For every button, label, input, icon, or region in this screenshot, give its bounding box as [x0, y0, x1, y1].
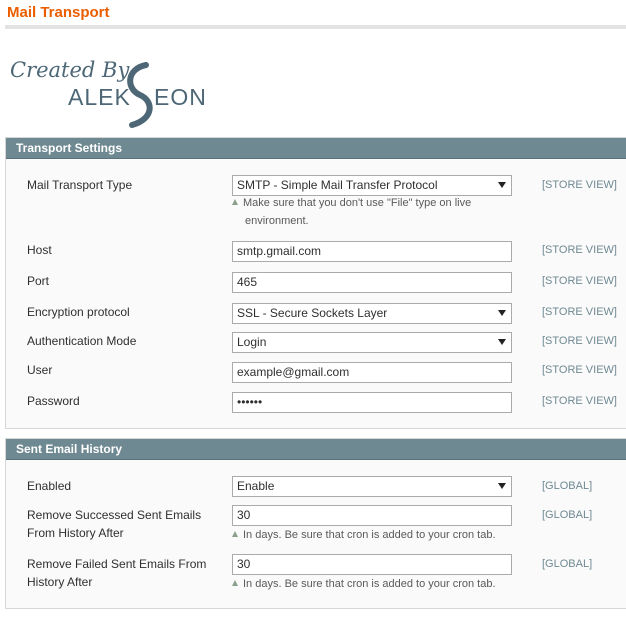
authentication-mode-value: Login	[237, 335, 267, 349]
mail-transport-type-value: SMTP - Simple Mail Transfer Protocol	[237, 178, 438, 192]
enabled-value: Enable	[237, 479, 275, 493]
remove-successed-input[interactable]: 30	[232, 505, 512, 526]
section-header-history[interactable]: Sent Email History	[6, 439, 626, 460]
triangle-up-icon	[232, 531, 238, 537]
scope-label: [STORE VIEW]	[542, 275, 617, 287]
port-input[interactable]: 465	[232, 272, 512, 293]
mail-transport-type-select[interactable]: SMTP - Simple Mail Transfer Protocol	[232, 175, 512, 196]
logo-brand-text-2: EON	[154, 84, 207, 110]
remove-failed-label: Remove Failed Sent Emails From History Af…	[27, 557, 207, 589]
password-input[interactable]: ••••••	[232, 392, 512, 413]
password-label: Password	[27, 394, 80, 408]
enabled-label: Enabled	[27, 479, 72, 493]
mail-transport-type-note: Make sure that you don't use "File" type…	[232, 194, 471, 230]
scope-label: [STORE VIEW]	[542, 335, 617, 347]
user-input[interactable]: example@gmail.com	[232, 362, 512, 383]
authentication-mode-select[interactable]: Login	[232, 332, 512, 353]
triangle-up-icon	[232, 580, 238, 586]
encryption-protocol-select[interactable]: SSL - Secure Sockets Layer	[232, 303, 512, 324]
logo-swoosh	[127, 62, 153, 128]
encryption-protocol-value: SSL - Secure Sockets Layer	[237, 306, 388, 320]
user-label: User	[27, 363, 53, 377]
scope-label: [GLOBAL]	[542, 558, 593, 570]
scope-label: [STORE VIEW]	[542, 244, 617, 256]
encryption-protocol-label: Encryption protocol	[27, 305, 130, 319]
page-title: Mail Transport	[7, 4, 110, 21]
enabled-select[interactable]: Enable	[232, 476, 512, 497]
logo-script-text: Created By	[10, 58, 130, 82]
alekseon-logo: Created By ALEK EON	[8, 55, 208, 130]
chevron-down-icon	[498, 339, 506, 345]
chevron-down-icon	[498, 182, 506, 188]
remove-failed-input[interactable]: 30	[232, 554, 512, 575]
triangle-up-icon	[232, 199, 238, 205]
sent-email-history-section: Sent Email History Enabled Enable [GLOBA…	[5, 438, 626, 609]
mail-transport-type-label: Mail Transport Type	[27, 178, 133, 192]
logo-brand-text: ALEK	[68, 84, 131, 110]
scope-label: [STORE VIEW]	[542, 306, 617, 318]
transport-settings-section: Transport Settings Mail Transport Type S…	[5, 137, 626, 429]
scope-label: [STORE VIEW]	[542, 179, 617, 191]
remove-successed-label: Remove Successed Sent Emails From History…	[27, 508, 202, 540]
host-label: Host	[27, 243, 52, 257]
scope-label: [GLOBAL]	[542, 509, 593, 521]
remove-failed-note: In days. Be sure that cron is added to y…	[232, 575, 496, 593]
scope-label: [STORE VIEW]	[542, 364, 617, 376]
section-header-transport[interactable]: Transport Settings	[6, 138, 626, 159]
chevron-down-icon	[498, 310, 506, 316]
scope-label: [GLOBAL]	[542, 480, 593, 492]
chevron-down-icon	[498, 483, 506, 489]
port-label: Port	[27, 274, 50, 288]
title-divider	[5, 25, 626, 29]
authentication-mode-label: Authentication Mode	[27, 334, 137, 348]
remove-successed-note: In days. Be sure that cron is added to y…	[232, 526, 496, 544]
scope-label: [STORE VIEW]	[542, 395, 617, 407]
host-input[interactable]: smtp.gmail.com	[232, 241, 512, 262]
